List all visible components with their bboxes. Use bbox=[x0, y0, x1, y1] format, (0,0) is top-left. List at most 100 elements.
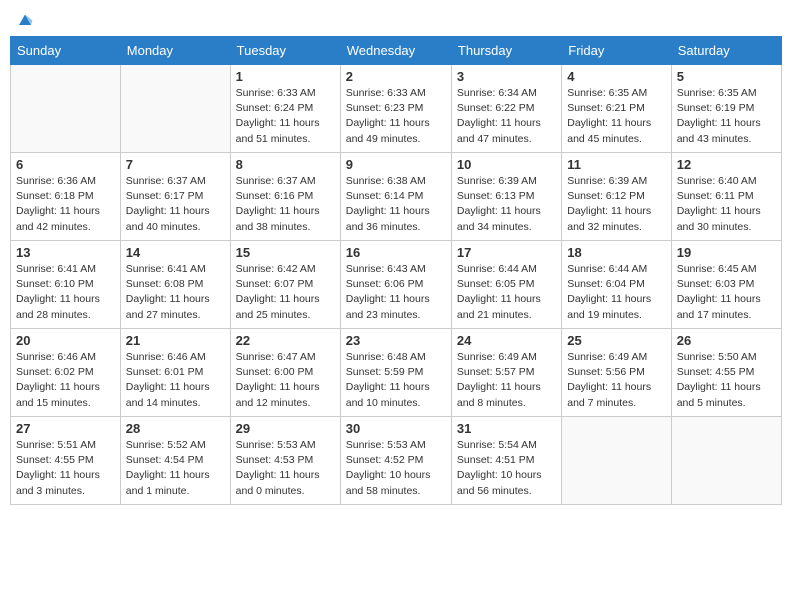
calendar-cell: 6 Sunrise: 6:36 AM Sunset: 6:18 PM Daylig… bbox=[11, 153, 121, 241]
calendar-cell: 11Sunrise: 6:39 AM Sunset: 6:12 PM Dayli… bbox=[562, 153, 671, 241]
column-header-sunday: Sunday bbox=[11, 37, 121, 65]
calendar-cell: 7 Sunrise: 6:37 AM Sunset: 6:17 PM Daylig… bbox=[120, 153, 230, 241]
day-info: Sunrise: 6:35 AM Sunset: 6:19 PM Dayligh… bbox=[677, 86, 776, 147]
day-info: Sunrise: 6:33 AM Sunset: 6:23 PM Dayligh… bbox=[346, 86, 446, 147]
calendar-cell bbox=[120, 65, 230, 153]
calendar-cell: 1 Sunrise: 6:33 AM Sunset: 6:24 PM Daylig… bbox=[230, 65, 340, 153]
day-number: 5 bbox=[677, 69, 776, 84]
day-info: Sunrise: 6:41 AM Sunset: 6:08 PM Dayligh… bbox=[126, 262, 225, 323]
day-number: 17 bbox=[457, 245, 556, 260]
column-header-saturday: Saturday bbox=[671, 37, 781, 65]
calendar-cell: 4Sunrise: 6:35 AM Sunset: 6:21 PM Daylig… bbox=[562, 65, 671, 153]
calendar-cell: 26 Sunrise: 5:50 AM Sunset: 4:55 PM Dayli… bbox=[671, 329, 781, 417]
day-info: Sunrise: 6:37 AM Sunset: 6:16 PM Dayligh… bbox=[236, 174, 335, 235]
day-number: 14 bbox=[126, 245, 225, 260]
day-number: 6 bbox=[16, 157, 115, 172]
day-number: 3 bbox=[457, 69, 556, 84]
day-info: Sunrise: 5:52 AM Sunset: 4:54 PM Dayligh… bbox=[126, 438, 225, 499]
calendar-cell: 20 Sunrise: 6:46 AM Sunset: 6:02 PM Dayli… bbox=[11, 329, 121, 417]
day-info: Sunrise: 6:46 AM Sunset: 6:02 PM Dayligh… bbox=[16, 350, 115, 411]
calendar-cell: 17 Sunrise: 6:44 AM Sunset: 6:05 PM Dayli… bbox=[451, 241, 561, 329]
calendar-header-row: SundayMondayTuesdayWednesdayThursdayFrid… bbox=[11, 37, 782, 65]
week-row-2: 6 Sunrise: 6:36 AM Sunset: 6:18 PM Daylig… bbox=[11, 153, 782, 241]
day-number: 13 bbox=[16, 245, 115, 260]
calendar-cell: 27Sunrise: 5:51 AM Sunset: 4:55 PM Dayli… bbox=[11, 417, 121, 505]
calendar-cell bbox=[11, 65, 121, 153]
day-number: 9 bbox=[346, 157, 446, 172]
day-number: 8 bbox=[236, 157, 335, 172]
day-number: 31 bbox=[457, 421, 556, 436]
day-info: Sunrise: 5:50 AM Sunset: 4:55 PM Dayligh… bbox=[677, 350, 776, 411]
calendar-cell: 13 Sunrise: 6:41 AM Sunset: 6:10 PM Dayli… bbox=[11, 241, 121, 329]
day-info: Sunrise: 6:49 AM Sunset: 5:57 PM Dayligh… bbox=[457, 350, 556, 411]
day-number: 1 bbox=[236, 69, 335, 84]
day-info: Sunrise: 6:44 AM Sunset: 6:05 PM Dayligh… bbox=[457, 262, 556, 323]
day-info: Sunrise: 6:36 AM Sunset: 6:18 PM Dayligh… bbox=[16, 174, 115, 235]
calendar-cell: 18 Sunrise: 6:44 AM Sunset: 6:04 PM Dayli… bbox=[562, 241, 671, 329]
calendar-cell: 28 Sunrise: 5:52 AM Sunset: 4:54 PM Dayli… bbox=[120, 417, 230, 505]
calendar-cell: 24 Sunrise: 6:49 AM Sunset: 5:57 PM Dayli… bbox=[451, 329, 561, 417]
day-number: 25 bbox=[567, 333, 665, 348]
calendar-cell: 16 Sunrise: 6:43 AM Sunset: 6:06 PM Dayli… bbox=[340, 241, 451, 329]
day-info: Sunrise: 6:38 AM Sunset: 6:14 PM Dayligh… bbox=[346, 174, 446, 235]
day-info: Sunrise: 6:42 AM Sunset: 6:07 PM Dayligh… bbox=[236, 262, 335, 323]
calendar-cell: 2 Sunrise: 6:33 AM Sunset: 6:23 PM Daylig… bbox=[340, 65, 451, 153]
logo bbox=[14, 10, 34, 28]
day-info: Sunrise: 5:51 AM Sunset: 4:55 PM Dayligh… bbox=[16, 438, 115, 499]
day-number: 30 bbox=[346, 421, 446, 436]
day-info: Sunrise: 6:45 AM Sunset: 6:03 PM Dayligh… bbox=[677, 262, 776, 323]
calendar-cell: 19 Sunrise: 6:45 AM Sunset: 6:03 PM Dayli… bbox=[671, 241, 781, 329]
day-number: 7 bbox=[126, 157, 225, 172]
calendar-cell: 21Sunrise: 6:46 AM Sunset: 6:01 PM Dayli… bbox=[120, 329, 230, 417]
week-row-1: 1 Sunrise: 6:33 AM Sunset: 6:24 PM Daylig… bbox=[11, 65, 782, 153]
day-info: Sunrise: 6:49 AM Sunset: 5:56 PM Dayligh… bbox=[567, 350, 665, 411]
logo-icon bbox=[16, 10, 34, 28]
calendar-cell bbox=[671, 417, 781, 505]
column-header-monday: Monday bbox=[120, 37, 230, 65]
column-header-tuesday: Tuesday bbox=[230, 37, 340, 65]
day-number: 15 bbox=[236, 245, 335, 260]
day-number: 18 bbox=[567, 245, 665, 260]
column-header-wednesday: Wednesday bbox=[340, 37, 451, 65]
calendar-cell: 12 Sunrise: 6:40 AM Sunset: 6:11 PM Dayli… bbox=[671, 153, 781, 241]
calendar-cell: 9 Sunrise: 6:38 AM Sunset: 6:14 PM Daylig… bbox=[340, 153, 451, 241]
calendar-cell: 23Sunrise: 6:48 AM Sunset: 5:59 PM Dayli… bbox=[340, 329, 451, 417]
day-info: Sunrise: 6:39 AM Sunset: 6:12 PM Dayligh… bbox=[567, 174, 665, 235]
day-info: Sunrise: 6:41 AM Sunset: 6:10 PM Dayligh… bbox=[16, 262, 115, 323]
calendar-table: SundayMondayTuesdayWednesdayThursdayFrid… bbox=[10, 36, 782, 505]
column-header-thursday: Thursday bbox=[451, 37, 561, 65]
day-number: 21 bbox=[126, 333, 225, 348]
week-row-3: 13 Sunrise: 6:41 AM Sunset: 6:10 PM Dayli… bbox=[11, 241, 782, 329]
day-info: Sunrise: 6:47 AM Sunset: 6:00 PM Dayligh… bbox=[236, 350, 335, 411]
day-info: Sunrise: 6:40 AM Sunset: 6:11 PM Dayligh… bbox=[677, 174, 776, 235]
week-row-4: 20 Sunrise: 6:46 AM Sunset: 6:02 PM Dayli… bbox=[11, 329, 782, 417]
day-number: 24 bbox=[457, 333, 556, 348]
day-number: 10 bbox=[457, 157, 556, 172]
day-info: Sunrise: 6:37 AM Sunset: 6:17 PM Dayligh… bbox=[126, 174, 225, 235]
page-header bbox=[10, 10, 782, 28]
day-number: 16 bbox=[346, 245, 446, 260]
column-header-friday: Friday bbox=[562, 37, 671, 65]
day-number: 20 bbox=[16, 333, 115, 348]
calendar-cell: 10 Sunrise: 6:39 AM Sunset: 6:13 PM Dayli… bbox=[451, 153, 561, 241]
day-number: 26 bbox=[677, 333, 776, 348]
calendar-cell: 14 Sunrise: 6:41 AM Sunset: 6:08 PM Dayli… bbox=[120, 241, 230, 329]
day-info: Sunrise: 6:33 AM Sunset: 6:24 PM Dayligh… bbox=[236, 86, 335, 147]
calendar-cell: 3Sunrise: 6:34 AM Sunset: 6:22 PM Daylig… bbox=[451, 65, 561, 153]
day-number: 2 bbox=[346, 69, 446, 84]
calendar-cell bbox=[562, 417, 671, 505]
day-info: Sunrise: 5:53 AM Sunset: 4:52 PM Dayligh… bbox=[346, 438, 446, 499]
day-info: Sunrise: 6:43 AM Sunset: 6:06 PM Dayligh… bbox=[346, 262, 446, 323]
calendar-cell: 22Sunrise: 6:47 AM Sunset: 6:00 PM Dayli… bbox=[230, 329, 340, 417]
day-number: 28 bbox=[126, 421, 225, 436]
day-number: 19 bbox=[677, 245, 776, 260]
day-number: 12 bbox=[677, 157, 776, 172]
day-info: Sunrise: 5:53 AM Sunset: 4:53 PM Dayligh… bbox=[236, 438, 335, 499]
day-info: Sunrise: 6:44 AM Sunset: 6:04 PM Dayligh… bbox=[567, 262, 665, 323]
week-row-5: 27Sunrise: 5:51 AM Sunset: 4:55 PM Dayli… bbox=[11, 417, 782, 505]
calendar-cell: 31 Sunrise: 5:54 AM Sunset: 4:51 PM Dayli… bbox=[451, 417, 561, 505]
day-info: Sunrise: 5:54 AM Sunset: 4:51 PM Dayligh… bbox=[457, 438, 556, 499]
day-number: 29 bbox=[236, 421, 335, 436]
day-info: Sunrise: 6:39 AM Sunset: 6:13 PM Dayligh… bbox=[457, 174, 556, 235]
calendar-cell: 25 Sunrise: 6:49 AM Sunset: 5:56 PM Dayli… bbox=[562, 329, 671, 417]
